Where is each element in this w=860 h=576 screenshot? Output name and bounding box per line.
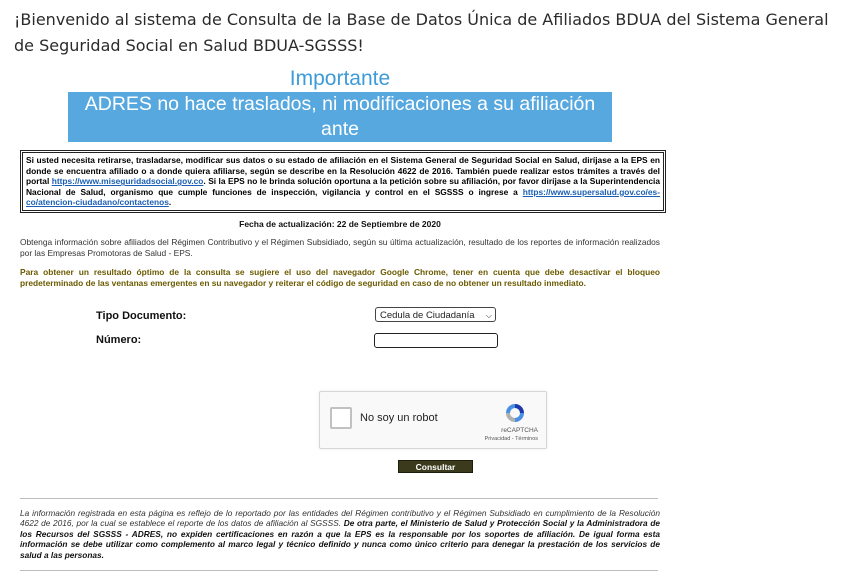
recaptcha-brand: reCAPTCHA: [501, 427, 538, 434]
doc-type-value: Cedula de Ciudadanía: [380, 310, 475, 321]
notice-text3: .: [168, 197, 172, 208]
recaptcha-links[interactable]: Privacidad - Términos: [485, 436, 538, 442]
consultar-button[interactable]: Consultar: [398, 460, 473, 473]
update-date: Fecha de actualización: 22 de Septiembre…: [239, 219, 441, 229]
important-banner: ADRES no hace traslados, ni modificacion…: [68, 92, 612, 165]
number-input[interactable]: [374, 333, 498, 348]
info-paragraph: Obtenga información sobre afiliados del …: [20, 237, 660, 258]
notice-box: Si usted necesita retirarse, trasladarse…: [20, 150, 666, 213]
footer-divider-top: [20, 498, 658, 499]
recaptcha-label: No soy un robot: [360, 412, 438, 424]
footer-disclaimer: La información registrada en esta página…: [20, 508, 660, 560]
miseguridadsocial-link[interactable]: https://www.miseguridadsocial.gov.co: [52, 176, 204, 186]
chevron-down-icon: ⌵: [485, 311, 492, 320]
recaptcha-checkbox[interactable]: [330, 407, 352, 429]
doc-type-select[interactable]: Cedula de Ciudadanía ⌵: [375, 307, 496, 322]
recaptcha-widget: No soy un robot reCAPTCHA Privacidad - T…: [319, 391, 547, 449]
recaptcha-logo-icon: [506, 404, 524, 422]
doc-type-label: Tipo Documento:: [96, 310, 187, 322]
footer-divider-bottom: [20, 570, 658, 571]
important-title: Importante: [289, 67, 391, 90]
welcome-heading: ¡Bienvenido al sistema de Consulta de la…: [14, 10, 829, 55]
number-label: Número:: [96, 334, 142, 346]
important-message-line1: ADRES no hace traslados, ni modificacion…: [84, 93, 596, 140]
browser-tip: Para obtener un resultado óptimo de la c…: [20, 267, 660, 288]
